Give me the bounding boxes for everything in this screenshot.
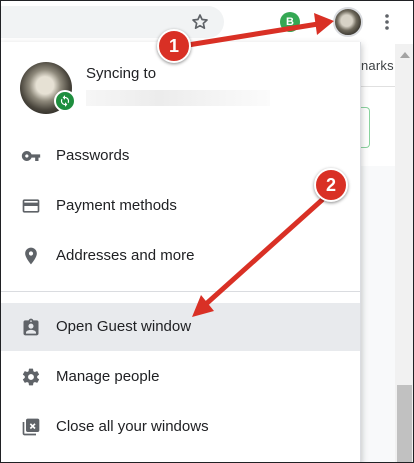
profile-avatar-button[interactable] xyxy=(333,7,363,37)
background-panel xyxy=(361,166,397,463)
profile-menu: Syncing to Passwords Payment methods Add… xyxy=(0,42,361,463)
extension-icon[interactable]: B xyxy=(280,12,300,32)
menu-item-addresses[interactable]: Addresses and more xyxy=(0,232,360,280)
location-pin-icon xyxy=(25,247,37,265)
menu-item-label: Manage people xyxy=(56,368,160,385)
menu-item-close-all-windows[interactable]: Close all your windows xyxy=(0,403,360,451)
menu-item-open-guest-window[interactable]: Open Guest window xyxy=(0,303,360,351)
gear-icon xyxy=(22,368,40,386)
background-card xyxy=(361,107,370,148)
key-icon xyxy=(21,151,41,161)
menu-item-label: Close all your windows xyxy=(56,418,209,435)
scroll-up-arrow-icon[interactable] xyxy=(400,52,410,58)
menu-item-passwords[interactable]: Passwords xyxy=(0,132,360,180)
credit-card-icon xyxy=(22,199,40,213)
scrollbar[interactable] xyxy=(395,44,414,463)
sync-status-label: Syncing to xyxy=(86,65,157,82)
kebab-menu-icon[interactable] xyxy=(377,12,397,32)
sync-icon xyxy=(54,90,76,112)
scrollbar-thumb[interactable] xyxy=(397,385,412,463)
menu-item-payment-methods[interactable]: Payment methods xyxy=(0,182,360,230)
account-email-redacted xyxy=(86,90,270,106)
menu-item-manage-people[interactable]: Manage people xyxy=(0,353,360,401)
bookmark-star-icon[interactable] xyxy=(190,12,210,32)
menu-item-label: Addresses and more xyxy=(56,247,195,264)
browser-toolbar: B xyxy=(0,0,414,44)
annotation-step-2: 2 xyxy=(314,168,348,202)
guest-badge-icon xyxy=(23,318,39,336)
menu-item-label: Passwords xyxy=(56,147,130,164)
menu-item-label: Open Guest window xyxy=(56,318,192,335)
annotation-step-1: 1 xyxy=(157,29,191,63)
menu-item-label: Payment methods xyxy=(56,197,177,214)
menu-divider xyxy=(0,291,360,292)
close-windows-icon xyxy=(22,418,40,436)
